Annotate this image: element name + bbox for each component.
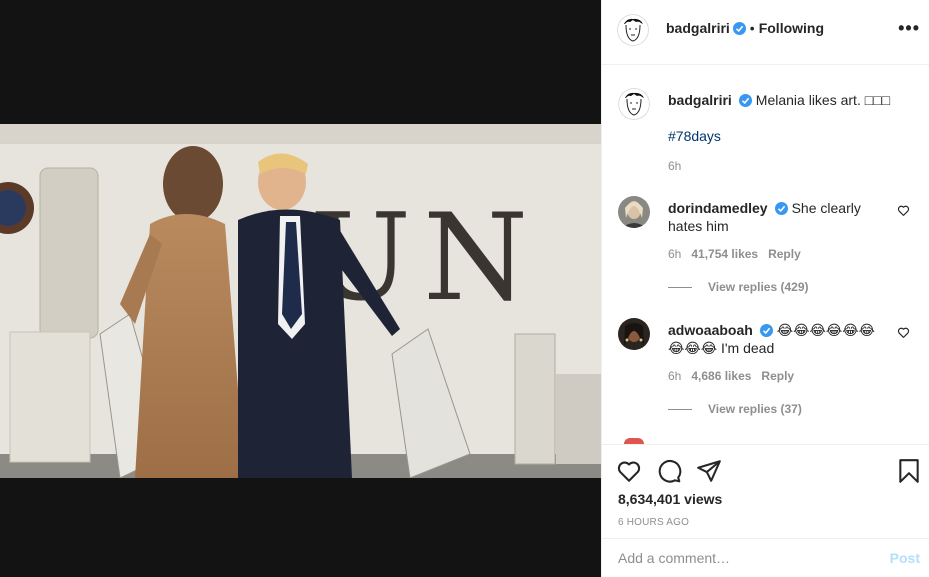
comment-time: 6h [668,247,682,261]
caption-time: 6h [668,159,682,173]
comment-username[interactable]: dorindamedley [668,200,768,216]
avatar[interactable] [618,196,650,228]
verified-badge-icon [774,202,788,215]
comment-time: 6h [668,369,682,383]
avatar[interactable] [617,14,649,46]
caption-text: Melania likes art. □□□ [755,92,891,108]
heart-icon[interactable] [616,458,642,484]
view-replies-button[interactable]: View replies (37) [668,402,802,416]
post-comment-button[interactable]: Post [890,550,920,566]
commenter-avatar-icon [618,196,650,228]
hashtag-link[interactable]: #78days [668,128,721,144]
post-author-username[interactable]: badgalriri [666,20,730,36]
comments-list[interactable]: badgalriri Melania likes art. □□□ #78days… [602,66,929,444]
add-comment-bar: Post [602,538,929,577]
post-header: badgalriri • Following ••• [602,0,929,65]
verified-badge-icon [738,94,752,107]
commenter-avatar-icon [618,318,650,350]
comment-username[interactable]: adwoaaboah [668,322,753,338]
comment-input[interactable] [618,547,868,569]
separator-dot: • [749,20,755,36]
bookmark-icon[interactable] [896,458,922,484]
following-button[interactable]: Following [759,20,824,36]
verified-badge-icon [732,22,746,35]
avatar[interactable] [618,88,650,120]
reply-button[interactable]: Reply [761,369,794,383]
video-still-image: UN [0,124,601,478]
reply-button[interactable]: Reply [768,247,801,261]
profile-picture-icon [618,88,650,120]
view-replies-label: View replies (429) [708,280,809,294]
comment-likes[interactable]: 4,686 likes [691,369,751,383]
comment-like-heart-icon[interactable] [897,326,910,339]
post-actions: 8,634,401 views 6 HOURS AGO [602,444,929,538]
comment-like-heart-icon[interactable] [897,204,910,217]
share-icon[interactable] [696,458,722,484]
comment-likes[interactable]: 41,754 likes [691,247,758,261]
replies-divider [668,287,692,289]
profile-picture-icon [617,14,649,46]
post-timestamp: 6 HOURS AGO [618,517,690,528]
caption-username[interactable]: badgalriri [668,92,732,108]
view-replies-label: View replies (37) [708,402,802,416]
post-details-panel: badgalriri • Following ••• badgalriri Melan… [601,0,929,577]
view-count[interactable]: 8,634,401 views [618,491,722,507]
replies-divider [668,409,692,411]
verified-badge-icon [759,324,773,337]
video-frame[interactable]: UN [0,124,601,478]
view-replies-button[interactable]: View replies (429) [668,280,809,294]
post-video[interactable]: UN [0,0,601,577]
avatar[interactable] [618,318,650,350]
more-options-icon[interactable]: ••• [898,18,920,39]
comment-icon[interactable] [656,458,682,484]
